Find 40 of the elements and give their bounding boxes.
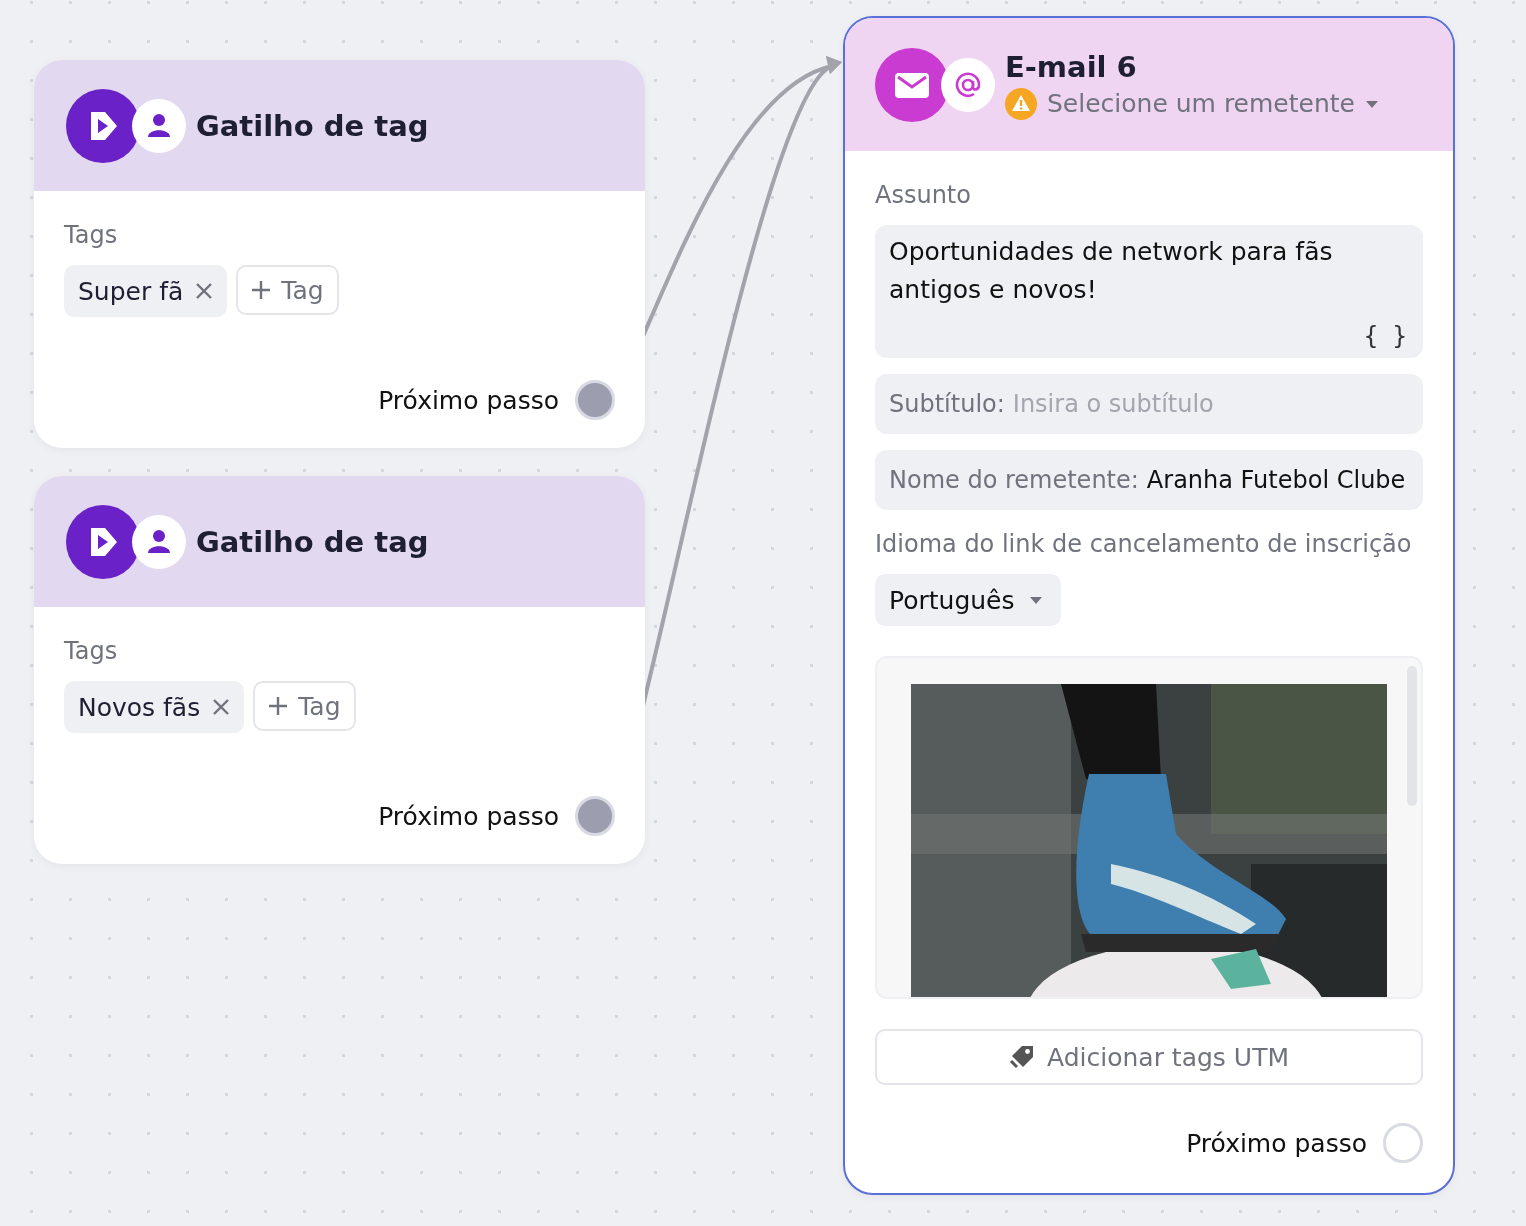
card-title: Gatilho de tag xyxy=(196,108,429,143)
plus-icon xyxy=(268,696,289,716)
tag-icon xyxy=(1009,1044,1035,1070)
at-sign-icon xyxy=(941,57,995,112)
field-label: Idioma do link de cancelamento de inscrição xyxy=(875,530,1413,558)
next-step-label: Próximo passo xyxy=(1186,1128,1367,1158)
placeholder-text: Insira o subtítulo xyxy=(1012,390,1214,418)
connection-port[interactable] xyxy=(1383,1123,1423,1163)
subject-field[interactable]: Oportunidades de network para fãs antigos e novos! { } xyxy=(875,225,1423,358)
subject-text: Oportunidades de network para fãs antigos e novos! xyxy=(889,236,1334,306)
section-label: Tags xyxy=(64,637,119,665)
connection-port[interactable] xyxy=(575,380,615,420)
add-tag-button[interactable]: Tag xyxy=(236,265,339,315)
card-title: E-mail 6 xyxy=(1005,49,1138,84)
add-utm-tags-button[interactable]: Adicionar tags UTM xyxy=(875,1029,1423,1085)
person-icon xyxy=(132,514,186,569)
next-step-label: Próximo passo xyxy=(378,801,559,831)
sender-name-field[interactable]: Nome do remetente: Aranha Futebol Clube xyxy=(875,450,1423,510)
field-value: Aranha Futebol Clube xyxy=(1146,466,1406,494)
tag-label: Novos fãs xyxy=(78,692,201,722)
person-icon xyxy=(132,98,186,153)
plus-icon xyxy=(251,280,272,300)
connection-port[interactable] xyxy=(575,796,615,836)
caret-icon xyxy=(1028,595,1043,605)
tag-label: Super fã xyxy=(78,276,184,306)
caret-icon xyxy=(1364,98,1379,109)
card-title: Gatilho de tag xyxy=(196,524,429,559)
add-tag-button[interactable]: Tag xyxy=(253,681,356,731)
variables-button[interactable]: { } xyxy=(1361,322,1409,350)
warning-icon xyxy=(1005,87,1037,120)
field-label: Assunto xyxy=(875,181,972,209)
section-label: Tags xyxy=(64,221,119,249)
subtitle-field[interactable]: Subtítulo: Insira o subtítulo xyxy=(875,374,1423,434)
close-icon[interactable] xyxy=(195,282,214,300)
field-label: Nome do remetente: xyxy=(889,466,1139,494)
sender-dropdown[interactable]: Selecione um remetente xyxy=(1005,87,1379,120)
close-icon[interactable] xyxy=(212,698,231,716)
next-step-label: Próximo passo xyxy=(378,385,559,415)
language-dropdown[interactable]: Português xyxy=(875,574,1061,626)
field-label: Subtítulo: xyxy=(889,390,1005,418)
